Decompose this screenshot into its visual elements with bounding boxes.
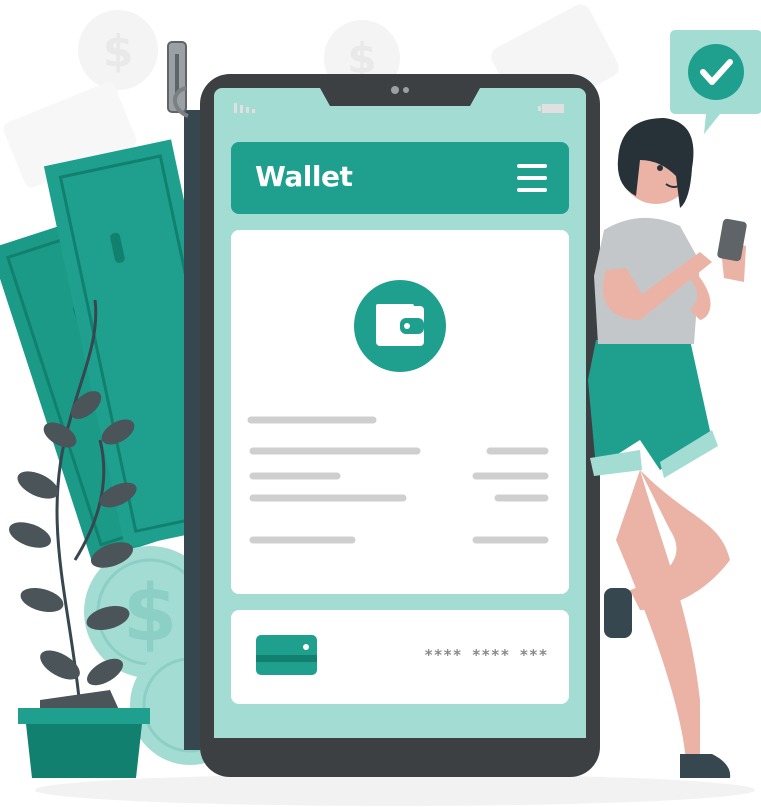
wallet-icon[interactable] <box>354 280 446 372</box>
credit-card-icon <box>256 635 317 675</box>
app-title: Wallet <box>255 160 353 193</box>
ground-shadow <box>35 774 755 806</box>
shoe-left <box>680 754 731 778</box>
phone-notch <box>320 88 480 106</box>
phone-bottom-bezel <box>214 738 586 768</box>
hamburger-menu-icon[interactable] <box>517 164 547 192</box>
plant-pot-rim <box>18 708 150 724</box>
svg-text:$: $ <box>123 569 177 659</box>
svg-text:$: $ <box>103 26 134 77</box>
front-camera-icon <box>391 86 399 94</box>
shoe-right <box>604 588 632 638</box>
app-header: Wallet <box>231 142 569 214</box>
checkmark-icon <box>688 44 744 100</box>
wallet-illustration: $ $ $ <box>0 4 761 806</box>
success-check-bubble <box>670 30 761 134</box>
masked-card-number: **** **** *** <box>424 646 548 664</box>
woman-with-phone-illustration <box>588 118 747 778</box>
